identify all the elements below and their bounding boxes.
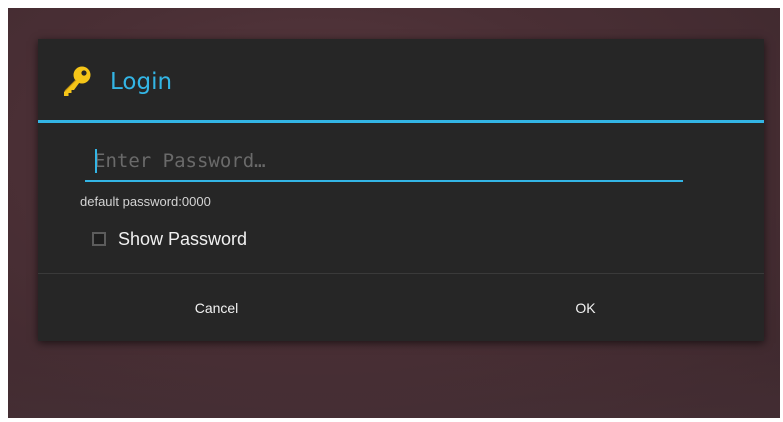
default-password-hint: default password:0000 — [80, 194, 211, 209]
password-input[interactable] — [88, 141, 680, 181]
dialog-button-bar: Cancel OK — [38, 274, 764, 341]
dialog-title: Login — [110, 69, 173, 95]
background-shade — [8, 338, 780, 418]
app-background: Login default password:0000 Show Passwor… — [8, 8, 780, 418]
show-password-toggle[interactable]: Show Password — [92, 225, 247, 253]
cancel-button[interactable]: Cancel — [38, 274, 401, 341]
password-input-underline — [85, 180, 683, 182]
key-icon — [60, 65, 92, 99]
show-password-label: Show Password — [118, 229, 248, 249]
title-divider — [38, 120, 764, 123]
login-dialog: Login default password:0000 Show Passwor… — [38, 39, 764, 341]
ok-button[interactable]: OK — [401, 274, 764, 341]
show-password-checkbox[interactable] — [92, 232, 106, 246]
dialog-title-bar: Login — [38, 39, 764, 121]
text-cursor — [95, 149, 97, 173]
